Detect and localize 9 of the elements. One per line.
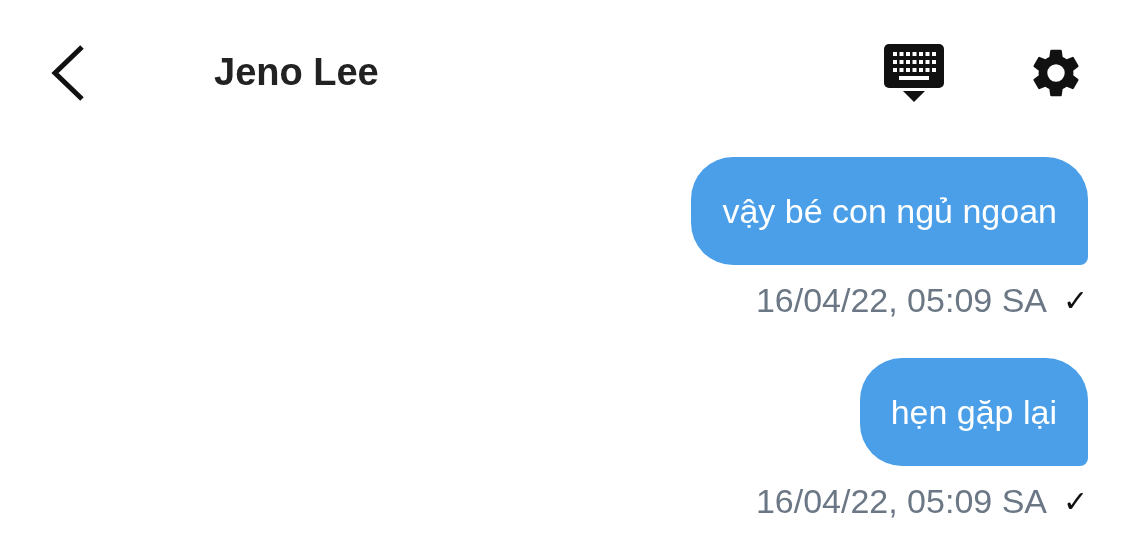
message-bubble: hẹn gặp lại bbox=[859, 358, 1088, 466]
keyboard-icon bbox=[883, 42, 945, 103]
message-time: 16/04/22, 05:09 SA bbox=[755, 482, 1047, 521]
message-bubble: vậy bé con ngủ ngoan bbox=[691, 157, 1088, 265]
contact-name: Jeno Lee bbox=[214, 51, 379, 94]
read-check: ✓ bbox=[1063, 484, 1088, 519]
message-time: 16/04/22, 05:09 SA bbox=[755, 281, 1047, 320]
read-check: ✓ bbox=[1063, 283, 1088, 318]
keyboard-button[interactable] bbox=[883, 42, 945, 103]
